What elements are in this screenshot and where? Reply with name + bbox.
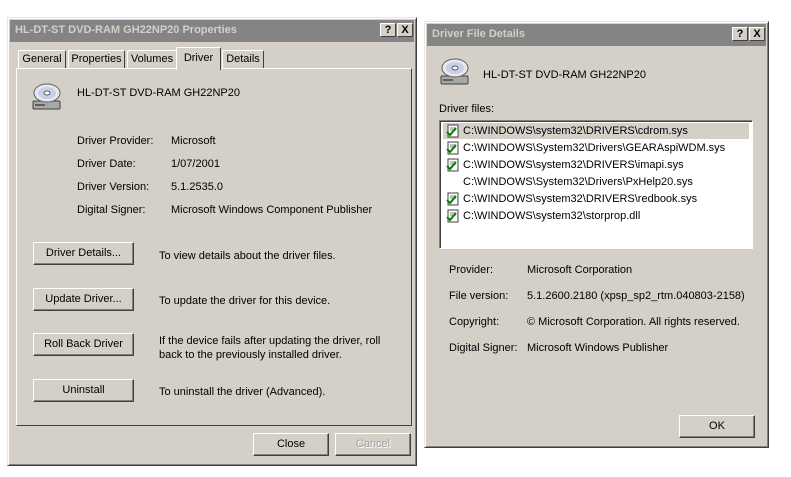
digital-signer-label: Digital Signer:: [449, 342, 518, 354]
provider-label: Provider:: [449, 264, 494, 276]
driver-files-label: Driver files:: [439, 103, 495, 115]
update-driver-desc: To update the driver for this device.: [159, 295, 331, 307]
cancel-button[interactable]: Cancel: [335, 433, 411, 456]
driver-files-list[interactable]: C:\WINDOWS\system32\DRIVERS\cdrom.sys C:…: [439, 120, 753, 249]
roll-back-driver-button[interactable]: Roll Back Driver: [33, 333, 134, 356]
close-button[interactable]: Close: [253, 433, 329, 456]
signed-driver-file-icon: [446, 192, 459, 206]
roll-back-driver-button-label: Roll Back Driver: [44, 338, 123, 350]
file-details-title: Driver File Details: [432, 28, 525, 40]
file-version-label: File version:: [449, 290, 509, 302]
tab-volumes[interactable]: Volumes: [127, 50, 177, 68]
list-item[interactable]: C:\WINDOWS\system32\DRIVERS\imapi.sys: [443, 157, 749, 173]
digital-signer-label: Digital Signer:: [77, 204, 146, 216]
file-details-help-button[interactable]: ?: [732, 27, 748, 41]
dvd-drive-icon: [440, 58, 469, 85]
roll-back-desc: If the device fails after updating the d…: [159, 335, 381, 361]
tab-properties[interactable]: Properties: [68, 50, 125, 68]
tab-driver[interactable]: Driver: [176, 47, 221, 70]
ok-button-label: OK: [709, 420, 725, 432]
close-window-button[interactable]: X: [397, 23, 413, 37]
tab-details[interactable]: Details: [222, 50, 264, 68]
file-path: C:\WINDOWS\System32\Drivers\GEARAspiWDM.…: [463, 142, 726, 154]
uninstall-button[interactable]: Uninstall: [33, 379, 134, 402]
help-button[interactable]: ?: [380, 23, 396, 37]
driver-version-value: 5.1.2535.0: [171, 181, 223, 193]
file-path: C:\WINDOWS\system32\storprop.dll: [463, 210, 641, 222]
copyright-label: Copyright:: [449, 316, 500, 328]
file-path: C:\WINDOWS\system32\DRIVERS\imapi.sys: [463, 159, 684, 171]
uninstall-button-label: Uninstall: [62, 384, 105, 396]
digital-signer-value: Microsoft Windows Component Publisher: [171, 204, 373, 216]
driver-tab-panel: HL-DT-ST DVD-RAM GH22NP20 Driver Provide…: [16, 68, 412, 426]
file-details-device-name: HL-DT-ST DVD-RAM GH22NP20: [483, 69, 646, 81]
ok-button[interactable]: OK: [679, 415, 755, 438]
signed-driver-file-icon: [446, 141, 459, 155]
driver-date-label: Driver Date:: [77, 158, 136, 170]
device-name: HL-DT-ST DVD-RAM GH22NP20: [77, 87, 240, 99]
provider-value: Microsoft Corporation: [527, 264, 633, 276]
digital-signer-value: Microsoft Windows Publisher: [527, 342, 669, 354]
list-item[interactable]: C:\WINDOWS\system32\DRIVERS\cdrom.sys: [443, 123, 749, 139]
signed-driver-file-icon: [446, 124, 459, 138]
signed-driver-file-icon: [446, 158, 459, 172]
driver-file-details-dialog: Driver File Details ? X HL-DT-ST DVD-RAM…: [424, 21, 769, 448]
tab-details-label: Details: [226, 53, 260, 65]
driver-details-desc: To view details about the driver files.: [159, 250, 336, 262]
properties-dialog: HL-DT-ST DVD-RAM GH22NP20 Properties ? X…: [7, 17, 417, 466]
list-item[interactable]: C:\WINDOWS\system32\DRIVERS\redbook.sys: [443, 191, 749, 207]
file-details-close-button[interactable]: X: [749, 27, 765, 41]
dvd-drive-icon: [32, 83, 61, 110]
driver-details-button[interactable]: Driver Details...: [33, 242, 134, 265]
tab-general-label: General: [22, 53, 62, 65]
driver-provider-value: Microsoft: [171, 135, 216, 147]
file-details-title-bar[interactable]: Driver File Details ? X: [427, 24, 766, 46]
cancel-button-label: Cancel: [355, 438, 391, 450]
close-button-label: Close: [276, 438, 306, 450]
file-path: C:\WINDOWS\system32\DRIVERS\redbook.sys: [463, 193, 698, 205]
file-path: C:\WINDOWS\System32\Drivers\PxHelp20.sys: [463, 176, 693, 188]
driver-date-value: 1/07/2001: [171, 158, 220, 170]
uninstall-desc: To uninstall the driver (Advanced).: [159, 386, 326, 398]
list-item[interactable]: C:\WINDOWS\system32\storprop.dll: [443, 208, 749, 224]
update-driver-button-label: Update Driver...: [45, 293, 122, 305]
driver-details-button-label: Driver Details...: [45, 247, 122, 259]
tab-volumes-label: Volumes: [130, 53, 174, 65]
copyright-value: © Microsoft Corporation. All rights rese…: [527, 316, 740, 328]
tab-driver-label: Driver: [183, 52, 214, 64]
properties-title: HL-DT-ST DVD-RAM GH22NP20 Properties: [15, 24, 237, 36]
tab-general[interactable]: General: [18, 50, 66, 68]
list-item[interactable]: C:\WINDOWS\System32\Drivers\PxHelp20.sys: [443, 174, 749, 190]
update-driver-button[interactable]: Update Driver...: [33, 288, 134, 311]
driver-provider-label: Driver Provider:: [77, 135, 154, 147]
driver-version-label: Driver Version:: [77, 181, 150, 193]
file-path: C:\WINDOWS\system32\DRIVERS\cdrom.sys: [463, 125, 688, 137]
tab-properties-label: Properties: [71, 53, 122, 65]
file-version-value: 5.1.2600.2180 (xpsp_sp2_rtm.040803-2158): [527, 290, 745, 302]
list-item[interactable]: C:\WINDOWS\System32\Drivers\GEARAspiWDM.…: [443, 140, 749, 156]
properties-title-bar[interactable]: HL-DT-ST DVD-RAM GH22NP20 Properties ? X: [10, 20, 414, 42]
signed-driver-file-icon: [446, 209, 459, 223]
